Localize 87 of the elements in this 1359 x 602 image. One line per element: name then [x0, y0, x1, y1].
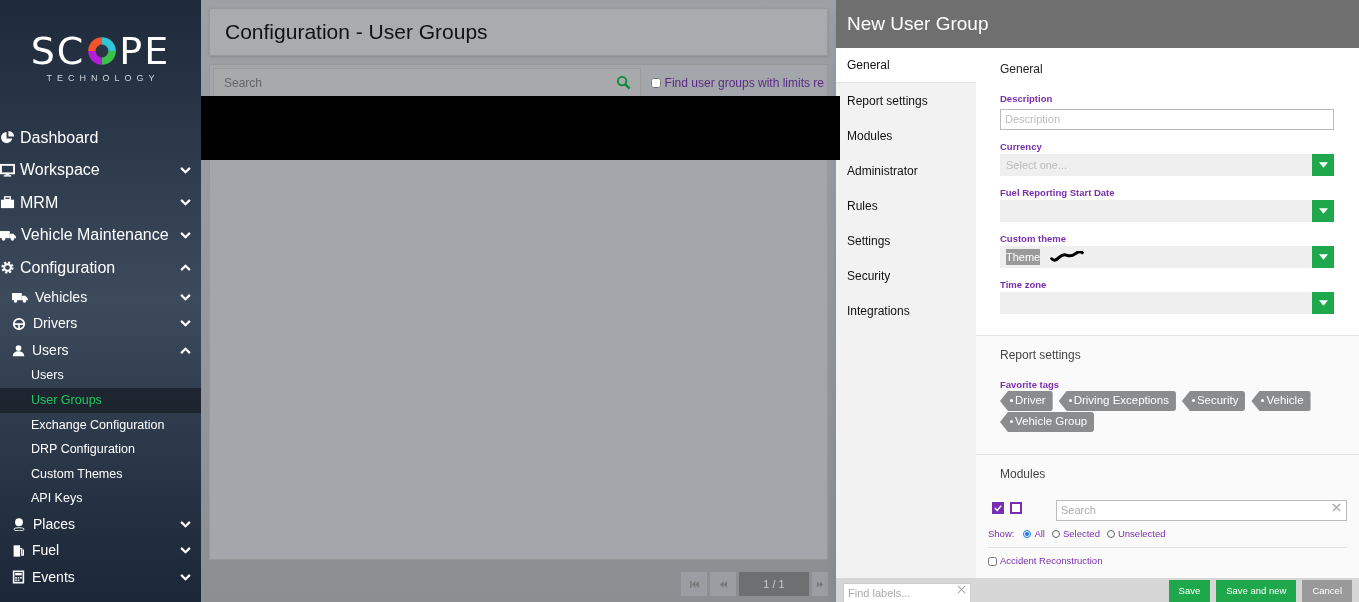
clear-icon	[957, 585, 966, 594]
panel-tab[interactable]: Settings	[836, 223, 976, 258]
dropdown-button[interactable]	[1312, 154, 1334, 176]
nav-item[interactable]: MRM	[0, 186, 201, 219]
nav-item[interactable]: Custom Themes	[0, 461, 201, 487]
select-field[interactable]	[1000, 200, 1334, 222]
nav-item[interactable]: Places	[0, 511, 201, 538]
clear-icon	[1332, 503, 1341, 512]
nav-item[interactable]: API Keys	[0, 486, 201, 512]
field-label: Currency	[1000, 141, 1043, 153]
previous-page-button[interactable]	[710, 572, 736, 596]
first-page-button[interactable]	[681, 572, 707, 596]
logo-icon	[86, 35, 119, 67]
nav-item[interactable]: Dashboard	[0, 121, 201, 154]
select-field[interactable]	[1000, 292, 1334, 314]
scribble-mark	[1050, 251, 1085, 263]
map-pin-icon	[12, 517, 26, 532]
nav-item[interactable]: Configuration	[0, 251, 201, 284]
nav-item[interactable]: Workspace	[0, 154, 201, 187]
calculator-icon	[12, 570, 25, 585]
panel-tab[interactable]: Report settings	[836, 83, 976, 118]
select-none-checkbox[interactable]	[1010, 501, 1022, 514]
field-label: Time zone	[1000, 279, 1048, 291]
panel-tab[interactable]: Security	[836, 258, 976, 293]
first-page-icon	[689, 580, 699, 588]
nav-item[interactable]: DRP Configuration	[0, 437, 201, 462]
truck-icon	[0, 228, 16, 242]
section-heading: Modules	[999, 466, 1047, 483]
fuel-pump-icon	[12, 543, 25, 558]
select-all-checkbox[interactable]	[992, 501, 1004, 514]
limits-filter-label: Find user groups with limits re	[664, 74, 824, 92]
nav-item[interactable]: Fuel	[0, 537, 201, 565]
nav-item[interactable]: User Groups	[0, 388, 201, 413]
next-page-button[interactable]	[812, 572, 828, 596]
caret-down-icon	[1318, 208, 1328, 214]
limits-checkbox[interactable]	[650, 77, 661, 88]
caret-down-icon	[1318, 162, 1328, 168]
field-label: Favorite tags	[1000, 379, 1061, 391]
nav-item[interactable]: Events	[0, 564, 201, 591]
filter-radio[interactable]: All	[1023, 527, 1045, 542]
dropdown-button[interactable]	[1312, 246, 1334, 268]
panel-tab[interactable]: Rules	[836, 188, 976, 223]
next-page-icon	[817, 580, 823, 588]
module-search-field[interactable]: Search	[1056, 499, 1347, 521]
logo-text: SC	[30, 32, 86, 70]
search-icon	[615, 75, 631, 90]
module-checkbox[interactable]	[988, 556, 997, 566]
dropdown-button[interactable]	[1312, 200, 1334, 222]
filter-radio[interactable]: Unselected	[1106, 527, 1166, 542]
gear-icon	[0, 260, 15, 276]
user-icon	[12, 343, 25, 357]
select-value: Theme	[1006, 248, 1041, 266]
section-heading: Report settings	[1000, 347, 1082, 364]
page-indicator: 1 / 1	[739, 572, 809, 596]
logo-text: PE	[119, 32, 171, 70]
nav-item[interactable]: Drivers	[0, 310, 201, 337]
field-label: Fuel Reporting Start Date	[1000, 187, 1116, 199]
caret-down-icon	[1318, 254, 1328, 260]
logo-subtitle: TECHNOLOGY	[45, 72, 160, 85]
panel-title: New User Group	[847, 11, 989, 36]
nav-item[interactable]: Users	[0, 337, 201, 364]
panel-tab[interactable]: General	[836, 48, 976, 83]
caret-down-icon	[1318, 300, 1328, 306]
briefcase-icon	[0, 195, 15, 211]
panel-tab[interactable]: Modules	[836, 118, 976, 153]
field-label: Custom theme	[1000, 233, 1067, 245]
nav-item[interactable]: Users	[0, 363, 201, 389]
find-labels-field[interactable]: Find labels...	[843, 583, 971, 602]
nav-item[interactable]: Exchange Configuration	[0, 412, 201, 438]
truck-icon	[12, 290, 28, 304]
pie-chart-icon	[0, 130, 15, 146]
page-title: Configuration - User Groups	[225, 19, 488, 46]
steering-wheel-icon	[12, 316, 26, 331]
search-field[interactable]: Search	[213, 68, 641, 97]
show-label: Show:	[988, 527, 1015, 541]
nav-item[interactable]: Vehicles	[0, 284, 201, 311]
module-label: Accident Reconstruction	[1000, 554, 1103, 569]
panel-tab[interactable]: Administrator	[836, 153, 976, 188]
description-field[interactable]: Description	[1000, 108, 1334, 130]
nav-item[interactable]: Vehicle Maintenance	[0, 219, 201, 252]
previous-page-icon	[719, 580, 727, 588]
section-heading: General	[1000, 61, 1044, 78]
panel-tab[interactable]: Integrations	[836, 293, 976, 328]
dropdown-button[interactable]	[1312, 292, 1334, 314]
monitor-icon	[0, 162, 15, 178]
field-label: Description	[1000, 93, 1054, 105]
filter-radio[interactable]: Selected	[1051, 527, 1100, 542]
